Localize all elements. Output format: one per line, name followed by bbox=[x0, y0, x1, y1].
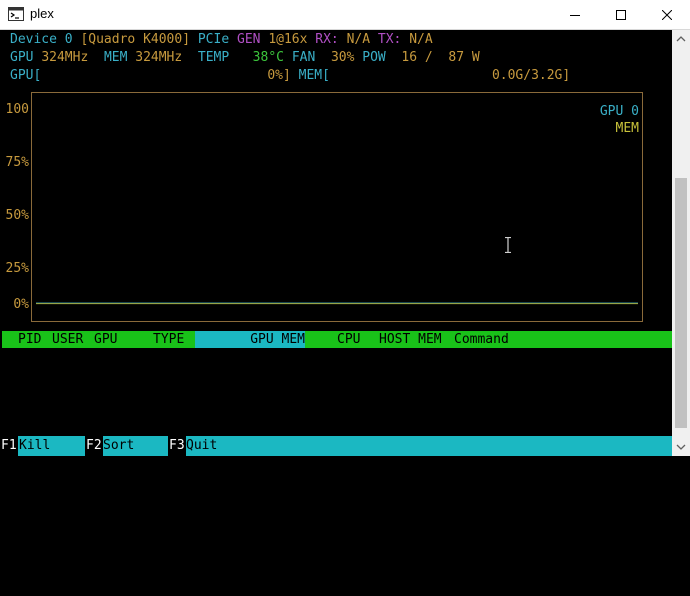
y-tick-label: 50% bbox=[5, 208, 29, 223]
fan-label: FAN bbox=[291, 50, 316, 65]
mem-clock-value: 324MHz bbox=[135, 50, 183, 65]
usage-line: GPU[ 0%] MEM[ 0.0G/3.2G] bbox=[10, 67, 570, 84]
vertical-scrollbar[interactable] bbox=[672, 30, 690, 456]
col-header-command[interactable]: Command bbox=[454, 331, 509, 348]
maximize-icon bbox=[616, 9, 626, 20]
device-line: Device 0 [Quadro K4000] PCIe GEN 1@16x R… bbox=[10, 31, 433, 48]
pow-label: POW bbox=[362, 50, 386, 65]
mem-usage-value: 0.0G/3.2G] bbox=[491, 68, 571, 83]
col-header-gpu[interactable]: GPU bbox=[94, 331, 117, 348]
rx-value: N/A bbox=[346, 32, 371, 47]
col-header-pid[interactable]: PID bbox=[18, 331, 41, 348]
temp-label: TEMP bbox=[197, 50, 230, 65]
device-name: [Quadro K4000] bbox=[80, 32, 191, 47]
tx-label: TX: bbox=[377, 32, 402, 47]
chart-plot bbox=[36, 302, 638, 305]
gpu-clock-label: GPU bbox=[10, 50, 34, 65]
process-table-header: PID USER GPU TYPE GPU MEM CPU HOST MEM C… bbox=[2, 331, 672, 348]
legend-gpu-0: GPU 0 bbox=[599, 104, 639, 119]
gpu-clock-value: 324MHz bbox=[41, 50, 89, 65]
pcie-label: PCIe bbox=[197, 32, 230, 47]
y-tick-label: 25% bbox=[5, 261, 29, 276]
minimize-button[interactable] bbox=[552, 0, 598, 29]
utilization-chart: GPU 0 MEM bbox=[31, 92, 643, 322]
quit-action[interactable]: Quit bbox=[186, 436, 217, 456]
kill-action[interactable]: Kill bbox=[19, 436, 50, 456]
y-tick-label: 100 bbox=[5, 102, 29, 117]
device-label: Device 0 bbox=[10, 32, 73, 47]
function-key-bar: F1 Kill F2 Sort F3 Quit bbox=[0, 436, 672, 456]
stats-line: GPU 324MHz MEM 324MHz TEMP 38°C FAN 30% … bbox=[10, 49, 480, 66]
tx-value: N/A bbox=[409, 32, 433, 47]
text-cursor-icon bbox=[505, 237, 511, 253]
col-header-cpu[interactable]: CPU bbox=[337, 331, 360, 348]
legend-mem: MEM bbox=[615, 121, 639, 136]
fan-value: 30% bbox=[330, 50, 355, 65]
window-title: plex bbox=[30, 6, 54, 21]
y-tick-label: 0% bbox=[13, 297, 29, 312]
gpu-usage-label: GPU[ bbox=[10, 68, 42, 83]
terminal-area[interactable]: Device 0 [Quadro K4000] PCIe GEN 1@16x R… bbox=[0, 30, 672, 456]
pow-value: 16 / 87 W bbox=[401, 50, 480, 65]
col-header-host-mem[interactable]: HOST MEM bbox=[379, 331, 442, 348]
col-header-gpu-mem[interactable]: GPU MEM bbox=[195, 331, 305, 348]
y-tick-label: 75% bbox=[5, 155, 29, 170]
f2-key[interactable]: F2 bbox=[85, 436, 103, 456]
gen-label: GEN bbox=[237, 32, 261, 47]
f1-key[interactable]: F1 bbox=[0, 436, 18, 456]
terminal-app-icon bbox=[8, 7, 24, 21]
f3-key[interactable]: F3 bbox=[168, 436, 186, 456]
col-header-type[interactable]: TYPE bbox=[153, 331, 184, 348]
gen-value: 1@16x bbox=[268, 32, 308, 47]
mem-clock-label: MEM bbox=[103, 50, 128, 65]
sort-action[interactable]: Sort bbox=[103, 436, 134, 456]
minimize-icon bbox=[570, 14, 580, 16]
scroll-down-icon[interactable] bbox=[676, 442, 686, 452]
window-title-bar: plex bbox=[0, 0, 690, 30]
col-header-user[interactable]: USER bbox=[52, 331, 83, 348]
maximize-button[interactable] bbox=[598, 0, 644, 29]
scrollbar-thumb[interactable] bbox=[675, 178, 687, 428]
close-icon bbox=[662, 9, 672, 20]
scroll-up-icon[interactable] bbox=[676, 34, 686, 44]
close-button[interactable] bbox=[644, 0, 690, 29]
rx-label: RX: bbox=[315, 32, 339, 47]
mem-usage-label: MEM[ bbox=[298, 68, 330, 83]
gpu-usage-value: 0%] bbox=[267, 68, 291, 83]
temp-value: 38°C bbox=[252, 50, 284, 65]
